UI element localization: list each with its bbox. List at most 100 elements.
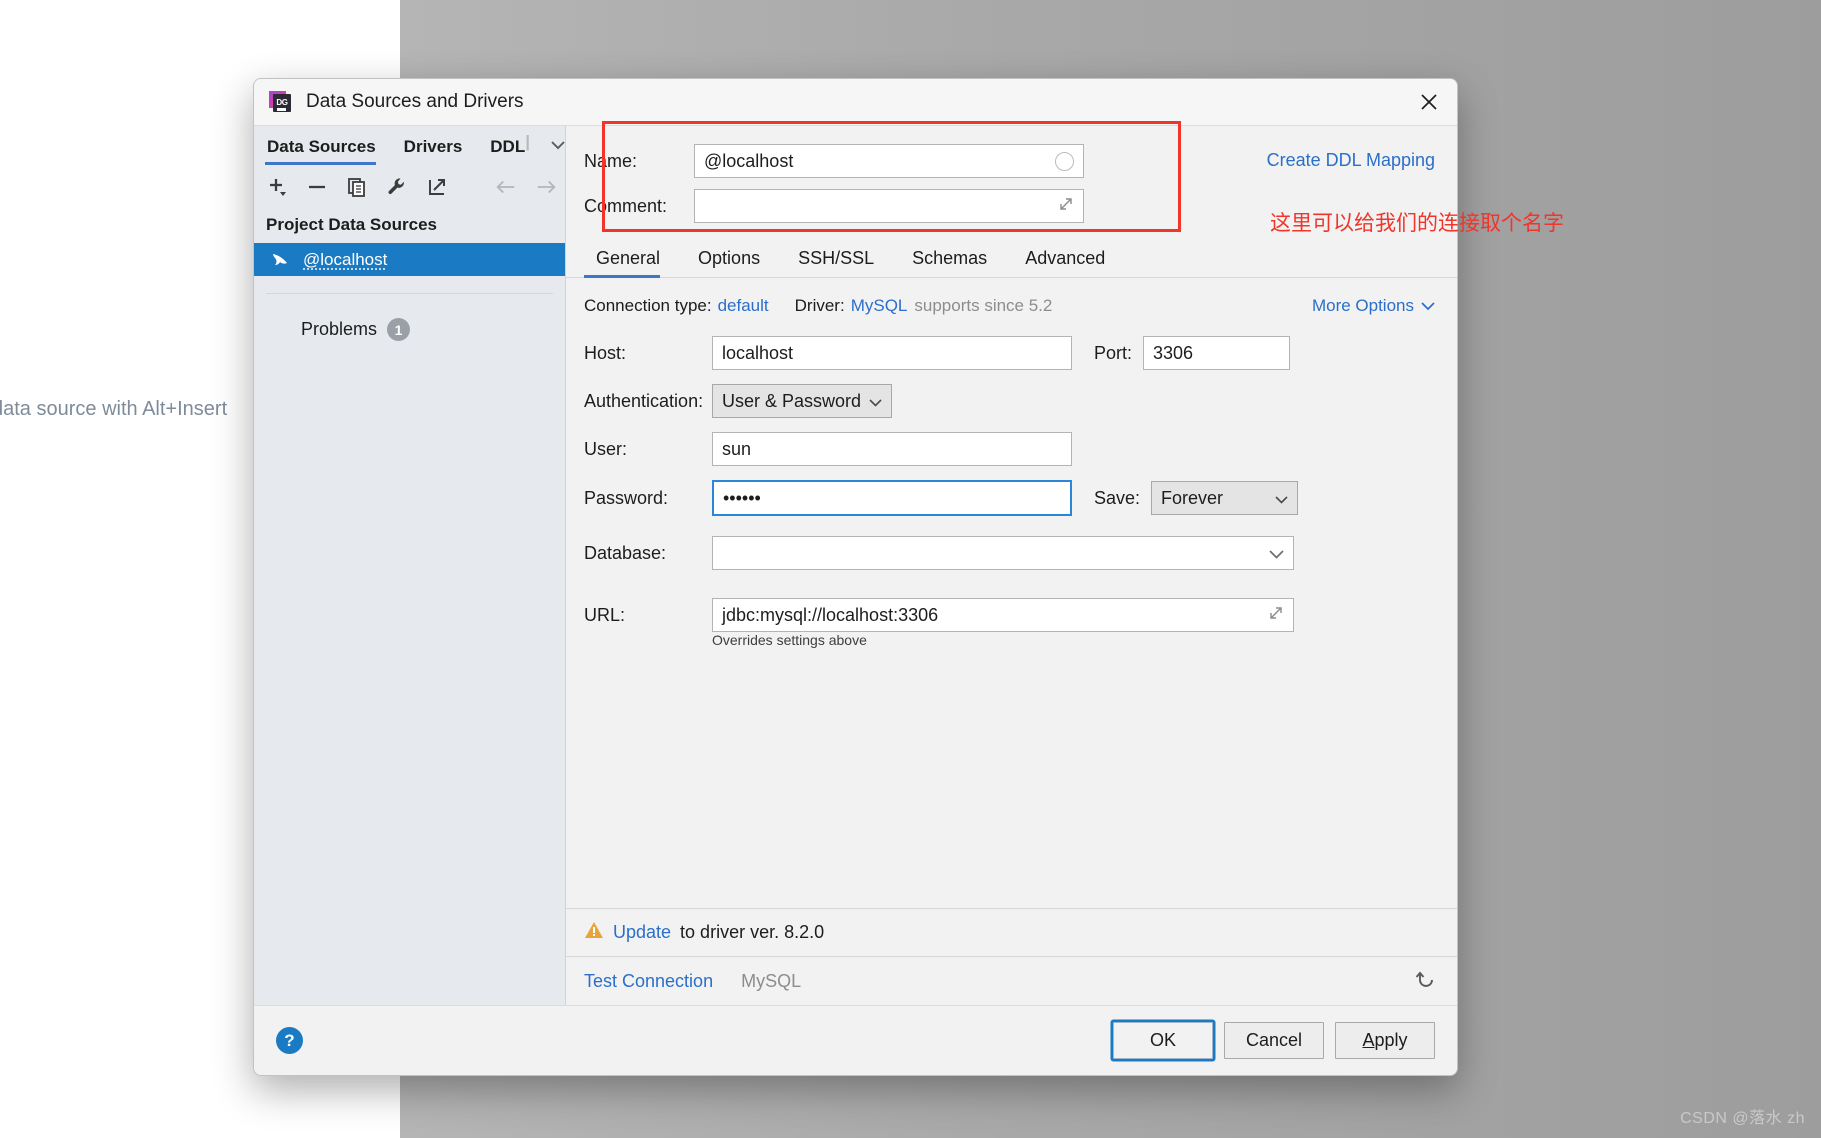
driver-support-note: supports since 5.2: [914, 296, 1053, 315]
authentication-row: Authentication: User & Password: [584, 384, 1435, 418]
chevron-down-icon: [869, 391, 882, 412]
test-connection-link[interactable]: Test Connection: [584, 971, 713, 992]
driver-value-link[interactable]: MySQL: [851, 296, 908, 316]
arrow-left-icon[interactable]: [495, 176, 517, 198]
list-item[interactable]: @localhost: [254, 243, 565, 276]
chevron-down-icon: [1421, 296, 1435, 316]
password-input-value: ••••••: [723, 487, 761, 508]
password-row: Password: •••••• Save: Forever: [584, 480, 1435, 516]
cancel-button[interactable]: Cancel: [1224, 1022, 1324, 1059]
help-button[interactable]: ?: [276, 1027, 303, 1054]
datagrip-logo-icon: DG: [268, 90, 292, 114]
test-connection-bar: Test Connection MySQL: [566, 956, 1457, 1005]
chevron-down-icon[interactable]: [549, 138, 567, 165]
driver-update-bar: Update to driver ver. 8.2.0: [566, 908, 1457, 956]
watermark: CSDN @落水 zh: [1680, 1110, 1805, 1127]
problems-count-badge: 1: [387, 318, 411, 341]
ok-button-label: OK: [1149, 1030, 1176, 1050]
save-select[interactable]: Forever: [1151, 481, 1299, 515]
copy-icon[interactable]: [346, 176, 368, 198]
dialog-footer: ? OK Cancel Apply: [254, 1005, 1457, 1075]
url-label: URL:: [584, 604, 626, 625]
password-input[interactable]: ••••••: [712, 480, 1072, 516]
url-input[interactable]: jdbc:mysql://localhost:3306: [712, 598, 1294, 632]
user-input-value: sun: [722, 438, 752, 459]
problems-label: Problems: [301, 319, 378, 339]
left-pane-toolbar: [254, 165, 565, 209]
connection-type-label: Connection type:: [584, 296, 712, 315]
tab-drivers[interactable]: Drivers: [402, 137, 473, 165]
database-label: Database:: [584, 542, 667, 563]
authentication-select[interactable]: User & Password: [712, 384, 892, 418]
url-override-hint: Overrides settings above: [712, 632, 867, 648]
background-hint-text: data source with Alt+Insert: [0, 398, 228, 420]
host-input[interactable]: localhost: [712, 336, 1072, 370]
tab-schemas[interactable]: Schemas: [900, 248, 999, 277]
password-label: Password:: [584, 487, 669, 508]
apply-button-label: pply: [1374, 1030, 1408, 1050]
tab-advanced-label: Advanced: [1025, 248, 1106, 268]
mysql-dolphin-icon: [270, 251, 292, 269]
name-input[interactable]: @localhost: [694, 144, 1084, 178]
tab-ddl[interactable]: DDL|: [488, 132, 539, 165]
port-input[interactable]: 3306: [1143, 336, 1291, 370]
tab-ssh-ssl-label: SSH/SSL: [798, 248, 875, 268]
comment-row: Comment:: [584, 189, 1251, 223]
external-link-icon[interactable]: [426, 176, 448, 198]
host-label: Host:: [584, 342, 627, 363]
port-label: Port:: [1094, 342, 1133, 363]
revert-icon[interactable]: [1415, 969, 1437, 994]
ok-button[interactable]: OK: [1113, 1022, 1213, 1059]
tab-general[interactable]: General: [584, 248, 672, 278]
right-pane: Name: @localhost Comment: Create DDL Map…: [566, 126, 1457, 1005]
port-input-value: 3306: [1153, 342, 1194, 363]
authentication-select-value: User & Password: [722, 390, 862, 411]
comment-label: Comment:: [584, 195, 668, 216]
save-label: Save:: [1094, 487, 1141, 508]
chevron-down-icon: [1269, 543, 1284, 564]
tab-data-sources[interactable]: Data Sources: [265, 137, 386, 165]
footer-buttons: OK Cancel Apply: [1113, 1022, 1435, 1059]
close-icon[interactable]: [1401, 79, 1457, 124]
tab-options-label: Options: [698, 248, 761, 268]
apply-button-mnemonic: A: [1362, 1030, 1375, 1050]
plus-icon[interactable]: [266, 176, 288, 198]
general-tab-form: Connection type: default Driver: MySQL s…: [566, 278, 1457, 908]
expand-icon[interactable]: [1268, 605, 1284, 625]
tab-ddl-label: DDL: [490, 137, 526, 156]
expand-icon[interactable]: [1058, 196, 1074, 216]
warning-triangle-icon: [584, 921, 604, 944]
update-driver-link[interactable]: Update: [613, 922, 671, 943]
tab-advanced[interactable]: Advanced: [1013, 248, 1117, 277]
host-port-row: Host: localhost Port: 3306: [584, 336, 1435, 370]
user-input[interactable]: sun: [712, 432, 1072, 466]
comment-input[interactable]: [694, 189, 1084, 223]
database-select[interactable]: [712, 536, 1294, 570]
tab-data-sources-label: Data Sources: [267, 137, 376, 156]
arrow-right-icon[interactable]: [535, 176, 557, 198]
circle-indicator-icon: [1055, 151, 1074, 171]
connection-info-row: Connection type: default Driver: MySQL s…: [584, 296, 1435, 316]
tab-ssh-ssl[interactable]: SSH/SSL: [786, 248, 886, 277]
settings-tabs: General Options SSH/SSL Schemas Advanced: [566, 239, 1457, 278]
dialog-title: Data Sources and Drivers: [306, 91, 524, 112]
annotation-text: 这里可以给我们的连接取个名字: [1270, 212, 1564, 235]
create-ddl-mapping-link[interactable]: Create DDL Mapping: [1267, 144, 1435, 171]
connection-type-value-link[interactable]: default: [718, 296, 769, 316]
apply-button[interactable]: Apply: [1335, 1022, 1435, 1059]
more-options-button[interactable]: More Options: [1312, 296, 1435, 316]
tab-options[interactable]: Options: [686, 248, 772, 277]
project-data-sources-heading: Project Data Sources: [266, 215, 438, 234]
wrench-icon[interactable]: [386, 176, 408, 198]
save-select-value: Forever: [1161, 487, 1224, 508]
driver-label: Driver:: [794, 296, 845, 315]
name-row: Name: @localhost: [584, 144, 1251, 178]
minus-icon[interactable]: [306, 176, 328, 198]
name-label: Name:: [584, 150, 638, 171]
name-input-value: @localhost: [704, 150, 794, 171]
tab-drivers-label: Drivers: [403, 137, 463, 156]
user-row: User: sun: [584, 432, 1435, 466]
dialog-titlebar: DG Data Sources and Drivers: [254, 79, 1457, 126]
problems-row[interactable]: Problems 1: [254, 294, 565, 341]
update-driver-text: to driver ver. 8.2.0: [680, 922, 825, 942]
